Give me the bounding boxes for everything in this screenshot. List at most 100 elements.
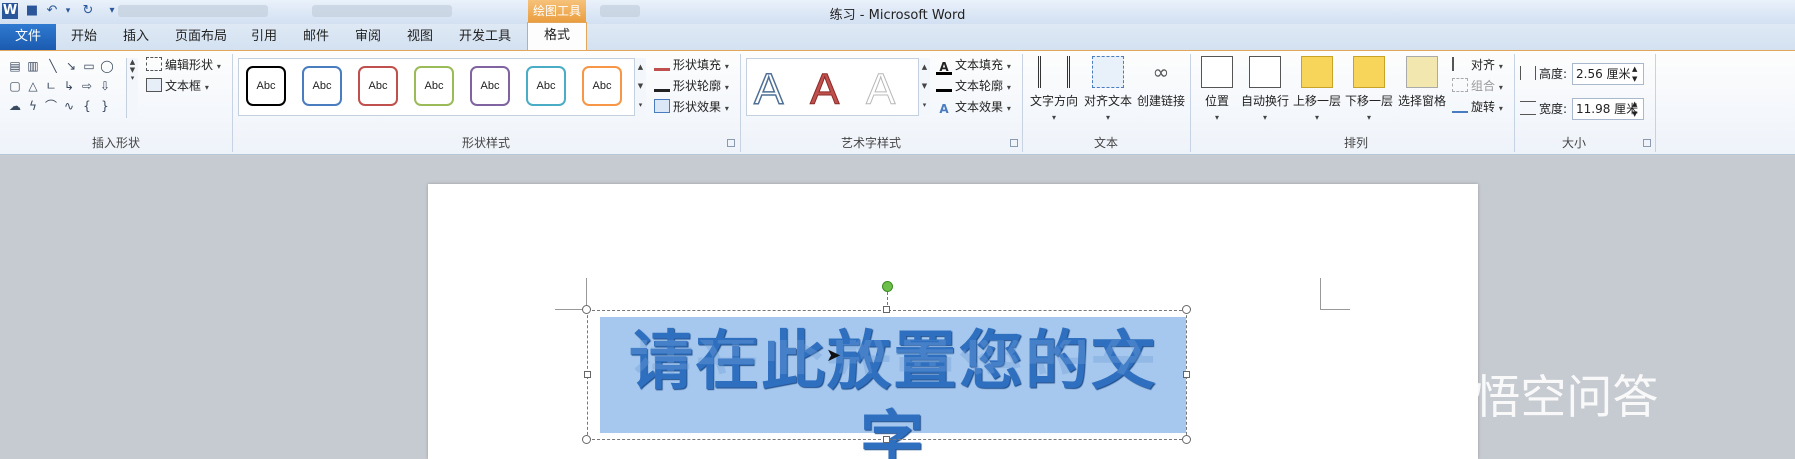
position-button[interactable]: 位置 ▾ xyxy=(1194,56,1240,123)
align-button[interactable]: 对齐 ▾ xyxy=(1452,55,1503,75)
curve-shape-icon[interactable]: ∿ xyxy=(62,100,76,113)
triangle-shape-icon[interactable]: △ xyxy=(26,80,40,93)
elbow-connector-shape-icon[interactable]: ㄴ xyxy=(44,80,58,93)
width-label-row: 宽度: xyxy=(1520,99,1567,119)
bring-forward-button[interactable]: 上移一层 ▾ xyxy=(1292,56,1342,123)
right-brace-shape-icon[interactable]: } xyxy=(98,100,112,113)
tab-mailings[interactable]: 邮件 xyxy=(298,24,334,50)
selection-pane-button[interactable]: 选择窗格 xyxy=(1396,56,1448,109)
wordart-textbox[interactable] xyxy=(587,310,1187,440)
shape-styles-scroll[interactable]: ▲ ▼ ▾ xyxy=(634,58,646,116)
arrow-line-shape-icon[interactable]: ↘ xyxy=(64,60,78,73)
watermark-text: 悟空问答 xyxy=(1474,370,1659,424)
text-outline-label: 文本轮廓 xyxy=(955,79,1004,93)
resize-handle-top-left[interactable] xyxy=(582,305,591,314)
align-icon xyxy=(1452,57,1468,71)
chevron-down-icon: ▾ xyxy=(1006,104,1011,113)
vertical-textbox-shape-icon[interactable]: ▥ xyxy=(26,60,40,73)
align-label: 对齐 xyxy=(1471,58,1496,72)
resize-handle-right[interactable] xyxy=(1183,371,1190,378)
oval-shape-icon[interactable]: ◯ xyxy=(100,60,114,73)
shape-style-orange[interactable]: Abc xyxy=(582,66,622,106)
right-arrow-shape-icon[interactable]: ⇨ xyxy=(80,80,94,93)
text-effects-button[interactable]: A 文本效果 ▾ xyxy=(936,97,1011,117)
text-effects-icon: A xyxy=(939,102,949,116)
tab-format[interactable]: 格式 xyxy=(527,22,587,50)
watermark-logo-icon: ꕥ xyxy=(1432,376,1475,416)
selection-pane-label: 选择窗格 xyxy=(1397,94,1446,108)
tab-home[interactable]: 开始 xyxy=(64,24,104,50)
shapes-gallery-scroll[interactable]: ▲ ▼ ▾ xyxy=(126,58,138,118)
shape-style-red[interactable]: Abc xyxy=(358,66,398,106)
align-text-icon xyxy=(1092,56,1124,88)
line-shape-icon[interactable]: ╲ xyxy=(46,60,60,73)
chevron-down-icon: ▾ xyxy=(724,83,729,92)
shape-style-aqua[interactable]: Abc xyxy=(526,66,566,106)
create-link-button[interactable]: ∞ 创建链接 xyxy=(1136,56,1186,109)
tab-references[interactable]: 引用 xyxy=(246,24,282,50)
size-launcher-icon[interactable] xyxy=(1643,139,1651,147)
create-link-label: 创建链接 xyxy=(1136,94,1185,108)
rotate-button[interactable]: 旋转 ▾ xyxy=(1452,97,1503,117)
arc-shape-icon[interactable]: ⌒ xyxy=(44,100,58,113)
text-outline-button[interactable]: 文本轮廓 ▾ xyxy=(936,76,1011,96)
text-fill-button[interactable]: A 文本填充 ▾ xyxy=(936,55,1011,75)
wrap-text-button[interactable]: 自动换行 ▾ xyxy=(1240,56,1290,123)
elbow-arrow-shape-icon[interactable]: ↳ xyxy=(62,80,76,93)
chevron-down-icon: ▾ xyxy=(1006,62,1011,71)
wrap-text-label: 自动换行 xyxy=(1240,94,1289,108)
tab-review[interactable]: 审阅 xyxy=(350,24,386,50)
wordart-style-light[interactable]: A xyxy=(865,65,895,114)
align-text-button[interactable]: 对齐文本 ▾ xyxy=(1082,56,1134,123)
wordart-style-outline-blue[interactable]: A xyxy=(753,65,784,115)
tab-page-layout[interactable]: 页面布局 xyxy=(170,24,232,50)
tab-view[interactable]: 视图 xyxy=(402,24,438,50)
textbox-icon xyxy=(146,78,162,92)
shape-styles-launcher-icon[interactable] xyxy=(727,139,735,147)
chevron-down-icon: ▾ xyxy=(1498,83,1503,92)
text-box-button[interactable]: 文本框 ▾ xyxy=(146,76,209,96)
textbox-shape-icon[interactable]: ▤ xyxy=(8,60,22,73)
edit-shape-button[interactable]: 编辑形状 ▾ xyxy=(146,55,221,75)
tab-file[interactable]: 文件 xyxy=(0,24,56,50)
wordart-styles-scroll[interactable]: ▲ ▼ ▾ xyxy=(918,58,930,116)
shape-style-green[interactable]: Abc xyxy=(414,66,454,106)
shapes-gallery[interactable]: ▤ ▥ ╲ ↘ ▭ ◯ ▢ △ ㄴ ↳ ⇨ ⇩ ☁ ϟ ⌒ ∿ { } ▲ ▼ ▾ xyxy=(6,58,138,118)
width-icon xyxy=(1520,101,1536,115)
down-arrow-shape-icon[interactable]: ⇩ xyxy=(98,80,112,93)
height-spinner[interactable]: ▲ ▼ xyxy=(1632,64,1637,84)
margin-corner-left xyxy=(555,278,587,310)
chevron-down-icon: ▾ xyxy=(1051,113,1056,122)
shape-style-blue[interactable]: Abc xyxy=(302,66,342,106)
freeform-shape-icon[interactable]: ☁ xyxy=(8,100,22,113)
resize-handle-bottom[interactable] xyxy=(883,436,890,443)
rectangle-shape-icon[interactable]: ▭ xyxy=(82,60,96,73)
edit-shape-icon xyxy=(146,57,162,71)
resize-handle-top-right[interactable] xyxy=(1182,305,1191,314)
chevron-down-icon: ▾ xyxy=(1366,113,1371,122)
width-spinner[interactable]: ▲ ▼ xyxy=(1632,99,1637,119)
align-text-label: 对齐文本 xyxy=(1083,94,1132,108)
lightning-shape-icon[interactable]: ϟ xyxy=(26,100,40,113)
rotation-handle[interactable] xyxy=(882,281,893,292)
rotate-label: 旋转 xyxy=(1471,100,1496,114)
shape-style-purple[interactable]: Abc xyxy=(470,66,510,106)
rounded-rect-shape-icon[interactable]: ▢ xyxy=(8,80,22,93)
tab-developer[interactable]: 开发工具 xyxy=(454,24,516,50)
left-brace-shape-icon[interactable]: { xyxy=(80,100,94,113)
wordart-style-red[interactable]: A xyxy=(809,65,839,114)
resize-handle-left[interactable] xyxy=(584,371,591,378)
wordart-styles-launcher-icon[interactable] xyxy=(1010,139,1018,147)
send-backward-button[interactable]: 下移一层 ▾ xyxy=(1344,56,1394,123)
shape-style-black[interactable]: Abc xyxy=(246,66,286,106)
position-label: 位置 xyxy=(1204,94,1229,108)
text-direction-button[interactable]: 文字方向 ▾ xyxy=(1028,56,1080,123)
group-button[interactable]: 组合 ▾ xyxy=(1452,76,1503,96)
resize-handle-bottom-right[interactable] xyxy=(1182,435,1191,444)
resize-handle-top[interactable] xyxy=(883,306,890,313)
resize-handle-bottom-left[interactable] xyxy=(582,435,591,444)
shape-outline-button[interactable]: 形状轮廓 ▾ xyxy=(654,76,729,96)
tab-insert[interactable]: 插入 xyxy=(116,24,156,50)
shape-effects-button[interactable]: 形状效果 ▾ xyxy=(654,97,729,117)
shape-fill-button[interactable]: 形状填充 ▾ xyxy=(654,55,729,75)
